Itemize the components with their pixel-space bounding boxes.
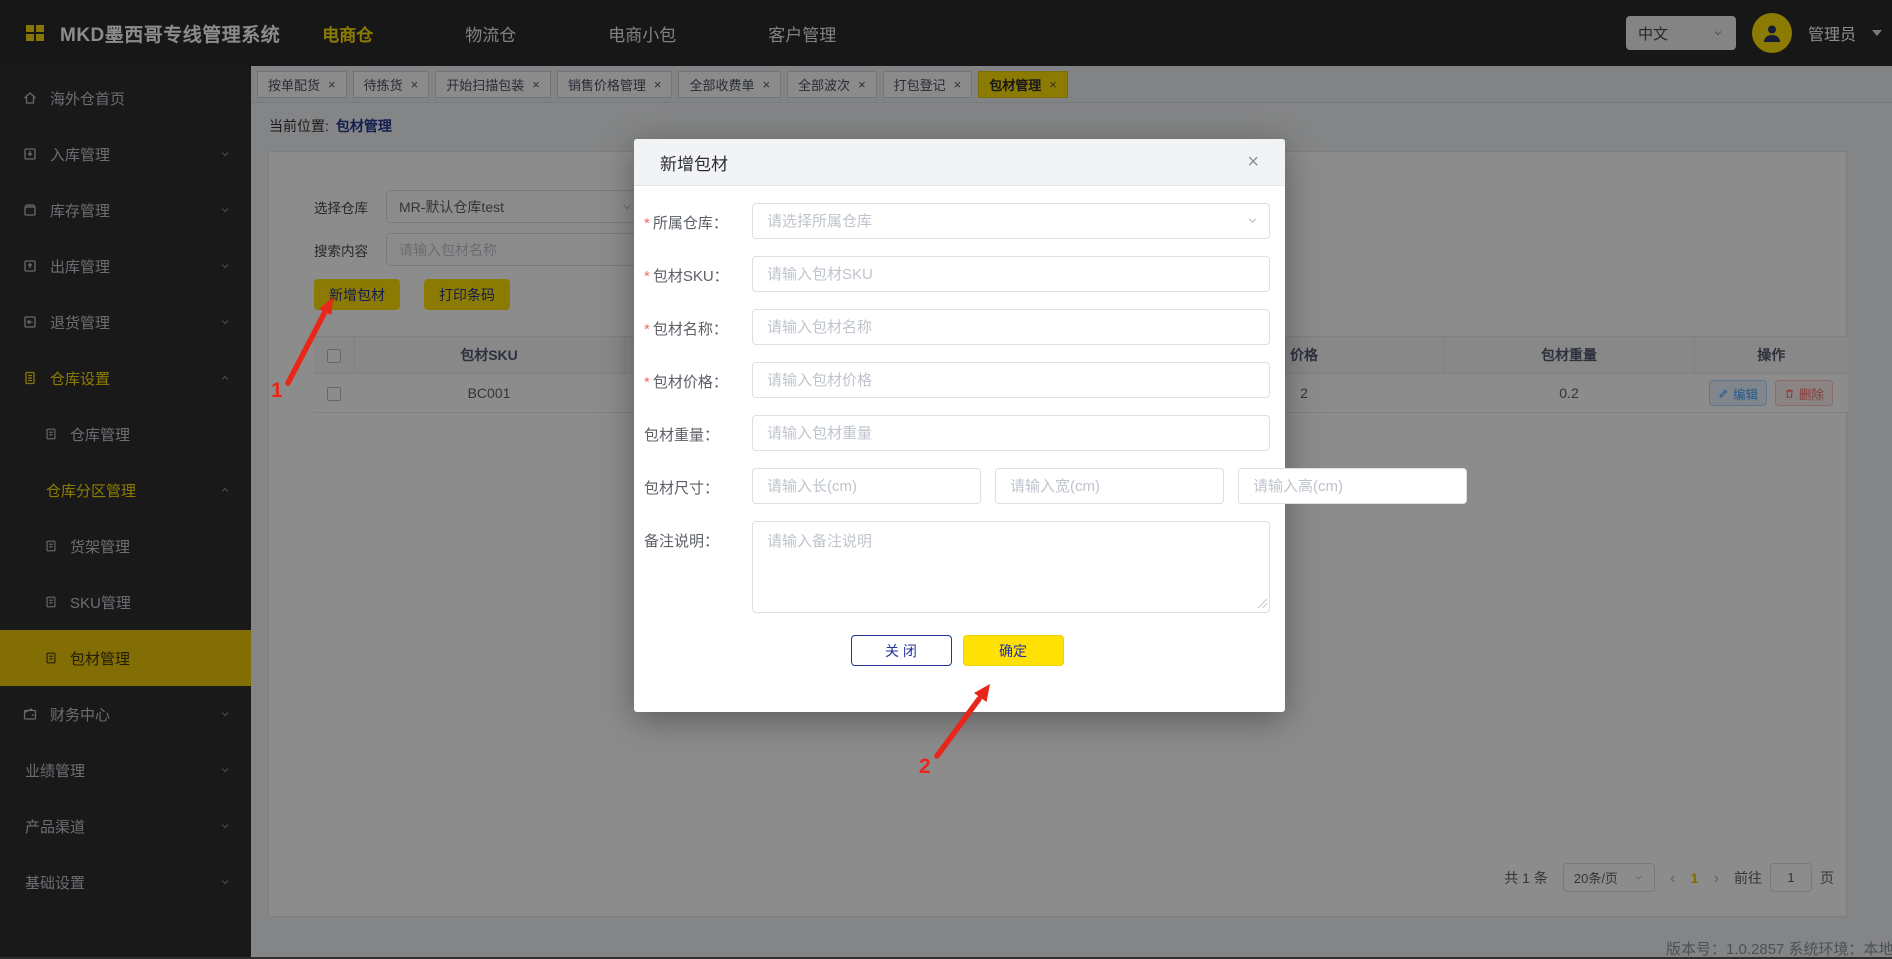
field-label: 包材SKU： xyxy=(653,268,729,285)
required-mark: * xyxy=(644,321,650,338)
field-label: 包材价格： xyxy=(653,374,728,391)
field-label: 包材尺寸： xyxy=(644,480,719,497)
field-sku: *包材SKU： xyxy=(644,256,1270,292)
name-input[interactable] xyxy=(752,309,1270,345)
field-name: *包材名称： xyxy=(644,309,1270,345)
dialog-footer: 关 闭 确定 xyxy=(644,635,1270,666)
dialog-header: 新增包材 × xyxy=(634,139,1285,186)
add-packing-material-dialog: 新增包材 × *所属仓库： *包材SKU： *包材名称： *包材价格： 包材重量… xyxy=(634,139,1285,712)
weight-input[interactable] xyxy=(752,415,1270,451)
length-input[interactable] xyxy=(752,468,981,504)
required-mark: * xyxy=(644,215,650,232)
field-label: 包材重量： xyxy=(644,427,719,444)
chevron-down-icon xyxy=(1246,214,1259,227)
width-input[interactable] xyxy=(995,468,1224,504)
height-input[interactable] xyxy=(1238,468,1467,504)
sku-input[interactable] xyxy=(752,256,1270,292)
close-button[interactable]: 关 闭 xyxy=(851,635,952,666)
price-input[interactable] xyxy=(752,362,1270,398)
field-dimensions: 包材尺寸： xyxy=(644,468,1270,504)
confirm-button[interactable]: 确定 xyxy=(963,635,1064,666)
dialog-body: *所属仓库： *包材SKU： *包材名称： *包材价格： 包材重量： 包材尺寸： xyxy=(634,186,1285,666)
resize-grip-icon[interactable] xyxy=(1258,599,1267,608)
field-label: 所属仓库： xyxy=(653,215,728,232)
field-remark: 备注说明： xyxy=(644,521,1270,613)
required-mark: * xyxy=(644,374,650,391)
required-mark: * xyxy=(644,268,650,285)
close-icon[interactable]: × xyxy=(1247,152,1259,172)
field-warehouse: *所属仓库： xyxy=(644,203,1270,239)
dialog-title: 新增包材 xyxy=(660,150,728,175)
remark-textarea[interactable] xyxy=(752,521,1270,613)
field-label: 包材名称： xyxy=(653,321,728,338)
warehouse-dropdown[interactable] xyxy=(752,203,1270,239)
field-weight: 包材重量： xyxy=(644,415,1270,451)
field-price: *包材价格： xyxy=(644,362,1270,398)
field-label: 备注说明： xyxy=(644,533,719,550)
